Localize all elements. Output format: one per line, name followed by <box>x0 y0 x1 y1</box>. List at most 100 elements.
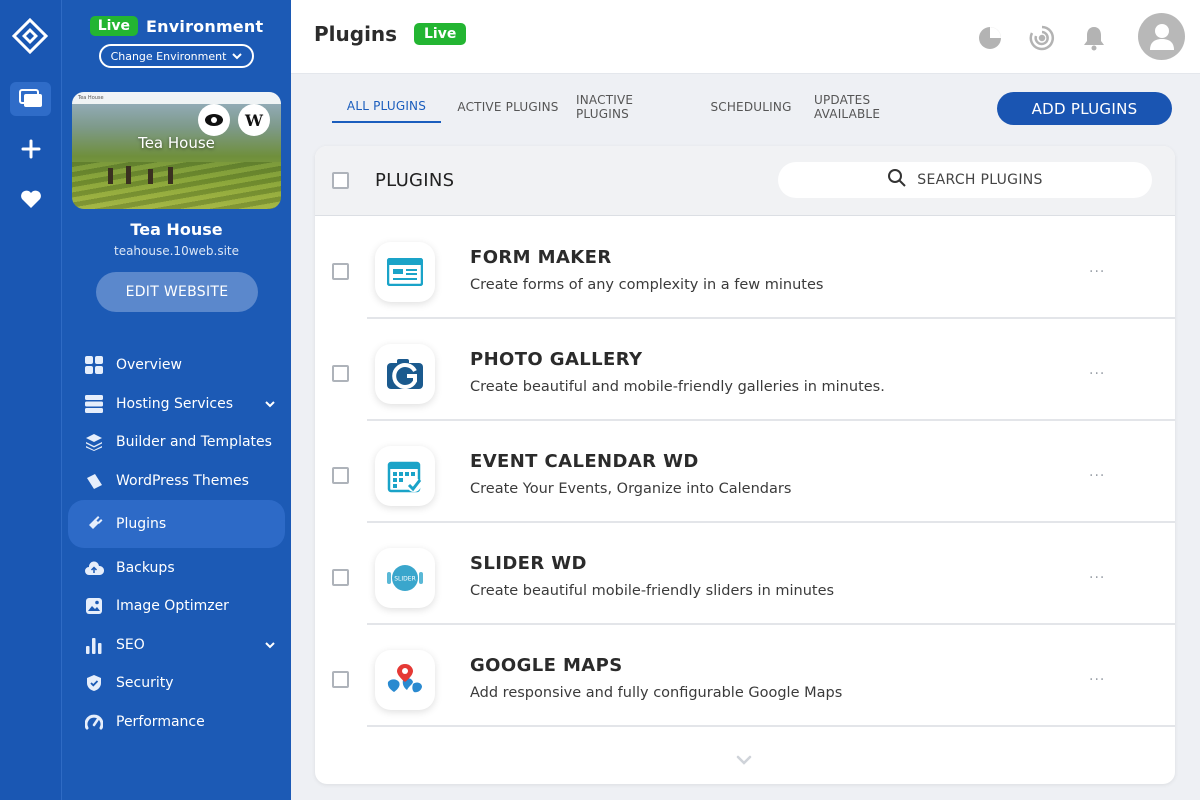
chevron-down-icon[interactable] <box>265 637 275 653</box>
row-checkbox[interactable] <box>332 569 349 586</box>
table-row[interactable]: EVENT CALENDAR WD Create Your Events, Or… <box>315 421 1175 523</box>
sidebar: Live Environment Change Environment Tea … <box>62 0 291 800</box>
sidebar-item-image-optimizer[interactable]: Image Optimzer <box>68 587 285 626</box>
sidebar-nav: Overview Hosting Services Builder and Te… <box>68 346 285 741</box>
row-checkbox[interactable] <box>332 671 349 688</box>
sidebar-item-label: Overview <box>116 357 182 374</box>
sidebar-item-hosting-services[interactable]: Hosting Services <box>68 385 285 424</box>
cloud-icon <box>84 558 104 578</box>
environment-panel: Live Environment Change Environment <box>62 16 291 68</box>
plugin-description: Create beautiful mobile-friendly sliders… <box>470 583 835 599</box>
user-avatar-icon[interactable] <box>1138 13 1185 60</box>
sidebar-item-label: Performance <box>116 714 205 731</box>
calendar-icon <box>375 446 435 506</box>
tab-all-plugins[interactable]: ALL PLUGINS <box>332 90 441 123</box>
plugin-description: Add responsive and fully configurable Go… <box>470 685 843 701</box>
sidebar-item-builder-templates[interactable]: Builder and Templates <box>68 423 285 462</box>
search-plugins-input[interactable]: SEARCH PLUGINS <box>778 162 1152 198</box>
wordpress-icon[interactable]: W <box>238 104 270 136</box>
websites-icon[interactable] <box>10 82 51 116</box>
logo-icon[interactable] <box>11 17 49 55</box>
row-divider <box>367 725 1175 727</box>
site-thumbnail[interactable]: Tea House Tea House W <box>72 92 281 209</box>
more-options-icon[interactable]: ··· <box>1089 366 1105 382</box>
plugins-table-header: PLUGINS SEARCH PLUGINS <box>315 146 1175 216</box>
search-placeholder: SEARCH PLUGINS <box>917 172 1043 188</box>
sidebar-item-performance[interactable]: Performance <box>68 703 285 742</box>
tab-updates-available[interactable]: UPDATES AVAILABLE <box>814 90 931 123</box>
live-badge: Live <box>414 23 467 45</box>
more-options-icon[interactable]: ··· <box>1089 672 1105 688</box>
sidebar-item-backups[interactable]: Backups <box>68 548 285 587</box>
chevron-down-icon[interactable] <box>265 396 275 412</box>
plugin-name: EVENT CALENDAR WD <box>470 451 699 472</box>
pie-chart-icon[interactable] <box>977 25 1003 51</box>
table-row[interactable]: GOOGLE MAPS Add responsive and fully con… <box>315 625 1175 727</box>
plugin-description: Create beautiful and mobile-friendly gal… <box>470 379 885 395</box>
thumbnail-site-title: Tea House <box>138 134 215 152</box>
row-checkbox[interactable] <box>332 263 349 280</box>
sidebar-item-overview[interactable]: Overview <box>68 346 285 385</box>
environment-title: Environment <box>146 16 264 36</box>
row-checkbox[interactable] <box>332 365 349 382</box>
sidebar-item-plugins[interactable]: Plugins <box>68 500 285 549</box>
more-options-icon[interactable]: ··· <box>1089 570 1105 586</box>
thumbnail-topbar: Tea House <box>72 92 281 104</box>
slider-icon: SLIDER <box>375 548 435 608</box>
sidebar-item-label: Builder and Templates <box>116 434 272 451</box>
more-options-icon[interactable]: ··· <box>1089 468 1105 484</box>
bell-icon[interactable] <box>1082 25 1108 51</box>
edit-website-button[interactable]: EDIT WEBSITE <box>96 272 258 312</box>
live-badge: Live <box>89 16 139 36</box>
plugin-description: Create Your Events, Organize into Calend… <box>470 481 792 497</box>
site-url[interactable]: teahouse.10web.site <box>62 244 291 258</box>
form-maker-icon <box>375 242 435 302</box>
row-checkbox[interactable] <box>332 467 349 484</box>
add-icon[interactable] <box>10 132 51 166</box>
table-row[interactable]: SLIDER SLIDER WD Create beautiful mobile… <box>315 523 1175 625</box>
preview-eye-icon[interactable] <box>198 104 230 136</box>
plugins-card: PLUGINS SEARCH PLUGINS FORM MAKER Create… <box>315 146 1175 784</box>
sidebar-item-label: SEO <box>116 636 145 653</box>
server-icon <box>84 394 104 414</box>
plugins-header-title: PLUGINS <box>375 170 455 191</box>
plugin-name: SLIDER WD <box>470 553 587 574</box>
sidebar-item-security[interactable]: Security <box>68 664 285 703</box>
change-environment-button[interactable]: Change Environment <box>99 44 254 68</box>
add-plugins-button[interactable]: ADD PLUGINS <box>997 92 1172 125</box>
tab-inactive-plugins[interactable]: INACTIVE PLUGINS <box>576 90 684 123</box>
sidebar-item-wordpress-themes[interactable]: WordPress Themes <box>68 462 285 501</box>
sidebar-item-label: Security <box>116 675 174 692</box>
target-icon[interactable] <box>1029 25 1055 51</box>
favorites-icon[interactable] <box>10 182 51 216</box>
tab-scheduling[interactable]: SCHEDULING <box>710 90 792 123</box>
plugin-name: FORM MAKER <box>470 247 612 268</box>
table-row[interactable]: FORM MAKER Create forms of any complexit… <box>315 217 1175 319</box>
sidebar-item-label: WordPress Themes <box>116 473 249 490</box>
app-rail <box>0 0 62 800</box>
sidebar-item-seo[interactable]: SEO <box>68 626 285 665</box>
map-pin-icon <box>375 650 435 710</box>
photo-gallery-icon <box>375 344 435 404</box>
theme-icon <box>84 471 104 491</box>
plugin-description: Create forms of any complexity in a few … <box>470 277 824 293</box>
table-row[interactable]: PHOTO GALLERY Create beautiful and mobil… <box>315 319 1175 421</box>
tab-active-plugins[interactable]: ACTIVE PLUGINS <box>456 90 560 123</box>
sidebar-item-label: Image Optimzer <box>116 598 229 615</box>
gauge-icon <box>84 712 104 732</box>
sidebar-item-label: Plugins <box>116 516 167 533</box>
sidebar-item-label: Backups <box>116 559 175 576</box>
chevron-down-icon <box>232 50 243 63</box>
plugin-name: GOOGLE MAPS <box>470 655 623 676</box>
select-all-checkbox[interactable] <box>332 172 349 189</box>
page-title: Plugins <box>314 22 398 46</box>
sidebar-item-label: Hosting Services <box>116 395 234 412</box>
slider-icon-label: SLIDER <box>394 576 416 583</box>
site-name: Tea House <box>130 220 223 239</box>
layers-icon <box>84 432 104 452</box>
more-options-icon[interactable]: ··· <box>1089 264 1105 280</box>
chevron-down-icon[interactable] <box>736 750 752 769</box>
change-environment-label: Change Environment <box>110 49 227 63</box>
plug-icon <box>84 514 104 534</box>
plugin-name: PHOTO GALLERY <box>470 349 643 370</box>
